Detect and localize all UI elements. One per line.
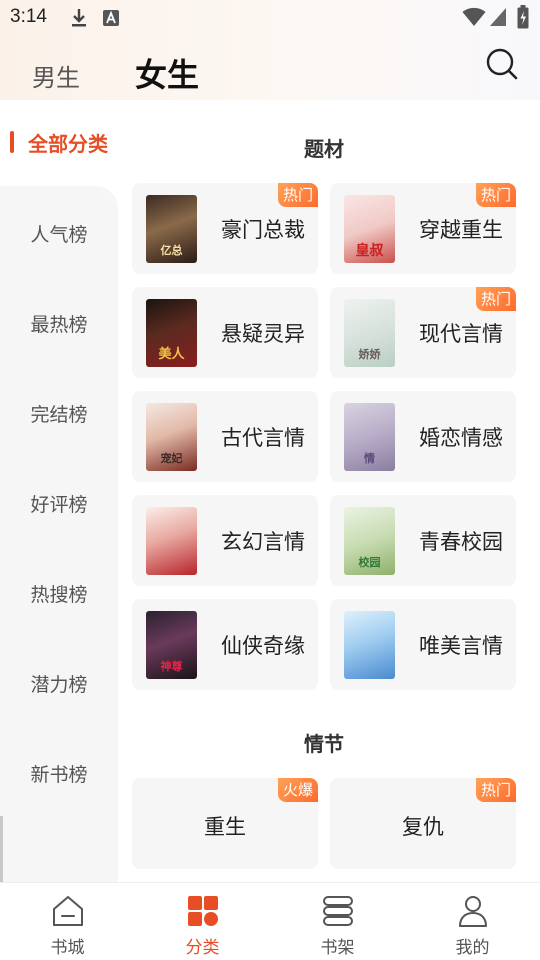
nav-profile[interactable]: 我的: [405, 883, 540, 960]
bookshelf-icon: [323, 896, 353, 926]
profile-icon: [459, 896, 487, 927]
category-card-aesthetic-romance[interactable]: 唯美言情: [330, 599, 516, 690]
font-a-icon: [103, 10, 119, 26]
signal-icon: [490, 8, 506, 26]
cover-title: 神尊: [160, 660, 183, 673]
nav-label: 书架: [320, 938, 355, 958]
wifi-icon: [462, 7, 486, 26]
nav-category[interactable]: 分类: [135, 883, 270, 960]
category-label: 玄幻言情: [221, 530, 305, 554]
book-cover: 神尊: [146, 611, 197, 679]
hot-badge: 热门: [475, 778, 516, 802]
sidebar-item-top-rated[interactable]: 好评榜: [0, 490, 118, 517]
fire-badge: 火爆: [277, 778, 318, 802]
book-cover: 宠妃: [146, 403, 197, 471]
book-cover: 娇娇: [344, 299, 395, 367]
nav-label: 分类: [185, 938, 220, 958]
sidebar-item-all-categories[interactable]: 全部分类: [28, 128, 108, 157]
category-label: 豪门总裁: [221, 218, 305, 242]
category-card-campus[interactable]: 校园 青春校园: [330, 495, 516, 586]
plot-card-rebirth[interactable]: 重生 火爆: [132, 778, 318, 869]
nav-label: 书城: [50, 938, 85, 958]
home-icon: [53, 896, 83, 926]
category-card-ceo[interactable]: 亿总 豪门总裁 热门: [132, 183, 318, 274]
search-icon[interactable]: [484, 46, 520, 82]
bottom-nav: 书城 分类 书架 我的: [0, 882, 540, 960]
category-label: 悬疑灵异: [221, 322, 305, 346]
category-label: 仙侠奇缘: [221, 634, 305, 658]
section-title-plot: 情节: [304, 732, 344, 756]
book-cover: [146, 507, 197, 575]
hot-badge: 热门: [475, 183, 516, 207]
book-cover: 亿总: [146, 195, 197, 263]
plot-label: 复仇: [402, 815, 444, 839]
book-cover: 校园: [344, 507, 395, 575]
category-card-ancient-romance[interactable]: 宠妃 古代言情: [132, 391, 318, 482]
nav-label: 我的: [455, 938, 490, 958]
sidebar-item-trending-search[interactable]: 热搜榜: [0, 580, 118, 607]
cover-title: 娇娇: [358, 348, 381, 361]
cover-title: 宠妃: [160, 452, 183, 465]
category-label: 穿越重生: [419, 218, 503, 242]
sidebar-scrollbar[interactable]: [0, 816, 3, 882]
category-card-xianxia[interactable]: 神尊 仙侠奇缘: [132, 599, 318, 690]
category-label: 古代言情: [221, 426, 305, 450]
download-icon: [72, 9, 86, 27]
plot-label: 重生: [204, 815, 246, 839]
sidebar-item-popularity[interactable]: 人气榜: [0, 220, 118, 247]
status-time: 3:14: [10, 6, 47, 27]
tab-male[interactable]: 男生: [32, 58, 80, 93]
nav-bookstore[interactable]: 书城: [0, 883, 135, 960]
sidebar-item-completed[interactable]: 完结榜: [0, 400, 118, 427]
category-card-modern-romance[interactable]: 娇娇 现代言情 热门: [330, 287, 516, 378]
nav-bookshelf[interactable]: 书架: [270, 883, 405, 960]
cover-title: 校园: [358, 556, 381, 569]
status-bar: 3:14: [0, 0, 540, 36]
sidebar-item-new-books[interactable]: 新书榜: [0, 760, 118, 787]
category-card-fantasy-romance[interactable]: 玄幻言情: [132, 495, 318, 586]
cover-title: 皇叔: [355, 243, 384, 259]
book-cover: [344, 611, 395, 679]
sidebar-item-hottest[interactable]: 最热榜: [0, 310, 118, 337]
book-cover: 美人: [146, 299, 197, 367]
plot-card-revenge[interactable]: 复仇 热门: [330, 778, 516, 869]
sidebar-active-indicator: [10, 131, 14, 153]
section-title-genre: 题材: [304, 137, 344, 161]
category-card-time-travel[interactable]: 皇叔 穿越重生 热门: [330, 183, 516, 274]
category-label: 婚恋情感: [419, 426, 503, 450]
cover-title: 亿总: [160, 244, 183, 257]
category-icon: [188, 896, 218, 926]
cover-title: 美人: [158, 347, 185, 362]
category-card-mystery[interactable]: 美人 悬疑灵异: [132, 287, 318, 378]
battery-icon: [517, 5, 529, 29]
category-label: 青春校园: [419, 530, 503, 554]
tab-female[interactable]: 女生: [135, 50, 199, 96]
cover-title: 情: [364, 452, 375, 465]
book-cover: 情: [344, 403, 395, 471]
category-label: 唯美言情: [419, 634, 503, 658]
hot-badge: 热门: [277, 183, 318, 207]
category-label: 现代言情: [419, 322, 503, 346]
book-cover: 皇叔: [344, 195, 395, 263]
sidebar-item-potential[interactable]: 潜力榜: [0, 670, 118, 697]
hot-badge: 热门: [475, 287, 516, 311]
category-card-marriage[interactable]: 情 婚恋情感: [330, 391, 516, 482]
